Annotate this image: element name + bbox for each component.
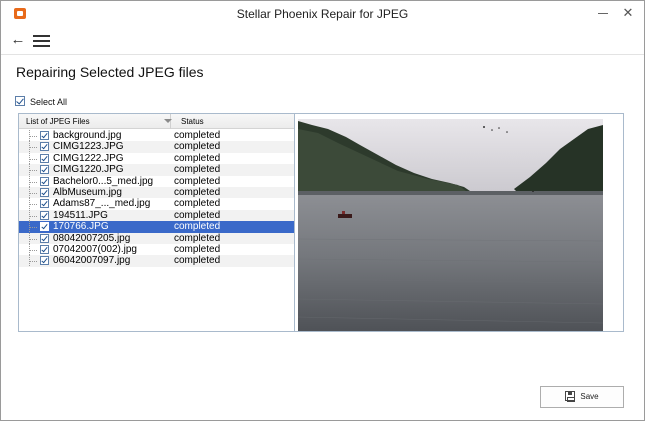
- file-checkbox-checked-icon[interactable]: [40, 153, 49, 163]
- file-checkbox-checked-icon[interactable]: [40, 131, 49, 140]
- tree-connector: [29, 221, 37, 233]
- window-title: Stellar Phoenix Repair for JPEG: [236, 7, 409, 21]
- file-name: 194511.JPG: [53, 209, 108, 221]
- file-name: 170766.JPG: [53, 221, 109, 233]
- file-checkbox-checked-icon[interactable]: [40, 176, 49, 186]
- save-button-label: Save: [580, 392, 599, 401]
- tree-connector: [29, 152, 37, 164]
- file-name: CIMG1220.JPG: [53, 164, 124, 176]
- file-checkbox-checked-icon[interactable]: [40, 244, 49, 254]
- file-status: completed: [174, 164, 221, 176]
- tree-connector: [29, 243, 37, 255]
- file-list-row[interactable]: 06042007097.jpg completed: [19, 255, 294, 267]
- file-list-row[interactable]: CIMG1222.JPG completed: [19, 152, 294, 164]
- tree-connector: [29, 232, 37, 244]
- save-button[interactable]: Save: [540, 386, 624, 408]
- file-checkbox-checked-icon[interactable]: [40, 142, 49, 152]
- tree-connector: [29, 175, 37, 187]
- file-name: Bachelor0...5_med.jpg: [53, 175, 154, 187]
- file-list-row[interactable]: AlbMuseum.jpg completed: [19, 186, 294, 199]
- tree-connector: [29, 255, 37, 267]
- file-list-row[interactable]: 07042007(002).jpg completed: [19, 243, 294, 255]
- tree-connector: [29, 198, 37, 210]
- column-header-status[interactable]: Status: [181, 114, 204, 129]
- tree-connector: [29, 186, 37, 198]
- tree-connector: [29, 164, 37, 176]
- toolbar: ←: [1, 27, 644, 55]
- minimize-button[interactable]: [595, 5, 611, 21]
- file-name: Adams87_..._med.jpg: [53, 198, 151, 210]
- back-arrow-icon[interactable]: ←: [9, 31, 27, 49]
- column-header-files-label: List of JPEG Files: [26, 117, 90, 126]
- file-status: completed: [174, 198, 221, 210]
- file-name: 08042007205.jpg: [53, 232, 131, 244]
- tree-connector: [29, 130, 37, 141]
- file-list-row[interactable]: 194511.JPG completed: [19, 209, 294, 222]
- file-name: CIMG1223.JPG: [53, 141, 124, 153]
- close-button[interactable]: ✕: [620, 5, 636, 21]
- file-status: completed: [174, 209, 221, 221]
- file-list-row[interactable]: Adams87_..._med.jpg completed: [19, 198, 294, 210]
- repair-panel: List of JPEG Files Status background.jpg…: [18, 113, 624, 332]
- file-name: 07042007(002).jpg: [53, 243, 137, 255]
- list-header: List of JPEG Files Status: [19, 114, 294, 129]
- page-title: Repairing Selected JPEG files: [16, 64, 204, 80]
- file-status: completed: [174, 152, 221, 164]
- file-name: background.jpg: [53, 130, 122, 141]
- file-checkbox-checked-icon[interactable]: [40, 256, 49, 266]
- file-checkbox-checked-icon[interactable]: [40, 199, 49, 209]
- file-name: 06042007097.jpg: [53, 255, 131, 267]
- lake-preview-image: [298, 119, 603, 331]
- hamburger-menu-icon[interactable]: [33, 35, 50, 47]
- select-all-label: Select All: [30, 97, 68, 107]
- file-list-row[interactable]: 170766.JPG completed: [19, 221, 294, 233]
- file-list: List of JPEG Files Status background.jpg…: [19, 114, 295, 331]
- file-status: completed: [174, 186, 221, 198]
- file-status: completed: [174, 141, 221, 153]
- column-header-files[interactable]: List of JPEG Files: [26, 114, 172, 129]
- file-status: completed: [174, 232, 221, 244]
- file-checkbox-checked-icon[interactable]: [40, 222, 49, 232]
- file-checkbox-checked-icon[interactable]: [40, 187, 49, 197]
- file-status: completed: [174, 221, 221, 233]
- app-window: Stellar Phoenix Repair for JPEG ✕ ← Repa…: [0, 0, 645, 421]
- select-all-checkbox[interactable]: Select All: [15, 96, 67, 110]
- file-list-row[interactable]: Bachelor0...5_med.jpg completed: [19, 175, 294, 187]
- file-status: completed: [174, 130, 221, 141]
- file-status: completed: [174, 255, 221, 267]
- floppy-disk-icon: [565, 391, 576, 402]
- image-preview: [298, 119, 603, 331]
- file-name: AlbMuseum.jpg: [53, 186, 122, 198]
- file-status: completed: [174, 243, 221, 255]
- file-checkbox-checked-icon[interactable]: [40, 165, 49, 175]
- file-checkbox-checked-icon[interactable]: [40, 233, 49, 243]
- title-bar: Stellar Phoenix Repair for JPEG ✕: [1, 1, 644, 27]
- tree-connector: [29, 141, 37, 153]
- file-rows: background.jpg completed CIMG1223.JPG compl…: [19, 130, 294, 267]
- sort-down-icon[interactable]: [164, 119, 172, 123]
- file-list-row[interactable]: CIMG1220.JPG completed: [19, 164, 294, 176]
- file-checkbox-checked-icon[interactable]: [40, 210, 49, 220]
- file-list-row[interactable]: CIMG1223.JPG completed: [19, 141, 294, 153]
- tree-connector: [29, 209, 37, 221]
- file-list-row[interactable]: 08042007205.jpg completed: [19, 232, 294, 244]
- checkbox-checked-icon[interactable]: [15, 96, 25, 106]
- file-name: CIMG1222.JPG: [53, 152, 124, 164]
- file-list-row[interactable]: background.jpg completed: [19, 130, 294, 141]
- file-status: completed: [174, 175, 221, 187]
